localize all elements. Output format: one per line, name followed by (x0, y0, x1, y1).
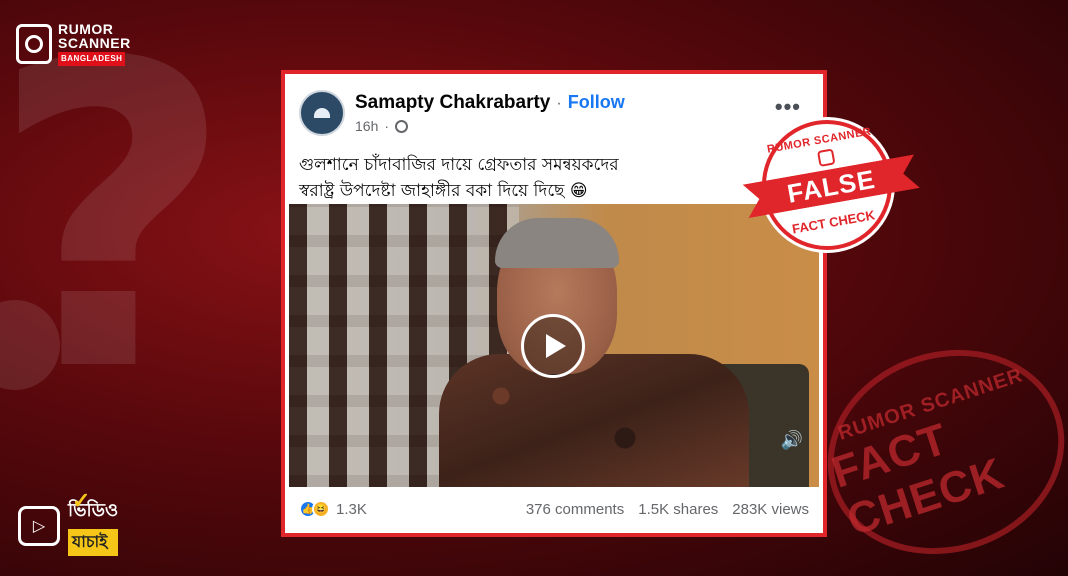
volume-icon[interactable]: 🔊 (781, 430, 803, 451)
logo-icon (16, 24, 52, 64)
post-card-frame: Samapty Chakrabarty · Follow 16h · ••• গ… (281, 70, 827, 537)
views-count: 283K views (732, 500, 809, 518)
play-button[interactable] (521, 314, 585, 378)
reaction-count: 1.3K (336, 500, 367, 518)
post-text-line1: গুলশানে চাঁদাবাজির দায়ে গ্রেফতার সমন্বয… (299, 155, 619, 175)
author-name[interactable]: Samapty Chakrabarty (355, 92, 550, 114)
logo-line3: BANGLADESH (58, 52, 126, 66)
logo-line2: SCANNER (58, 35, 131, 51)
follow-button[interactable]: Follow (568, 92, 625, 113)
badge-line2: যাচাই (68, 529, 119, 556)
shares-count[interactable]: 1.5K shares (638, 501, 718, 518)
post-header: Samapty Chakrabarty · Follow 16h · (299, 90, 625, 136)
facebook-post: Samapty Chakrabarty · Follow 16h · ••• গ… (285, 74, 823, 533)
person-shirt (439, 354, 749, 487)
haha-reaction-icon: 😆 (312, 500, 330, 518)
video-play-icon: ▷ (18, 506, 60, 546)
post-text-line2: স্বরাষ্ট্র উপদেষ্টা জাহাঙ্গীর বকা দিয়ে … (299, 181, 588, 201)
globe-icon (395, 119, 409, 133)
separator-dot: · (556, 95, 562, 112)
more-options-icon[interactable]: ••• (775, 94, 801, 120)
reactions[interactable]: 👍 😆 1.3K (299, 500, 367, 518)
post-stats: 👍 😆 1.3K 376 comments 1.5K shares 283K v… (299, 500, 809, 518)
person-hair (495, 218, 619, 268)
separator-dot: · (384, 118, 390, 134)
post-time[interactable]: 16h (355, 118, 378, 134)
video-check-badge: ▷ ✓ ভিডিও যাচাই (18, 488, 119, 556)
post-text: গুলশানে চাঁদাবাজির দায়ে গ্রেফতার সমন্বয… (299, 152, 739, 204)
checkmark-icon: ✓ (72, 488, 91, 513)
stamp-logo-icon (816, 148, 836, 167)
rumor-scanner-logo: RUMOR SCANNER BANGLADESH (16, 22, 131, 66)
comments-count[interactable]: 376 comments (526, 501, 624, 518)
avatar[interactable] (299, 90, 345, 136)
logo-line1: RUMOR (58, 21, 114, 37)
video-player[interactable]: 🔊 (289, 204, 819, 487)
